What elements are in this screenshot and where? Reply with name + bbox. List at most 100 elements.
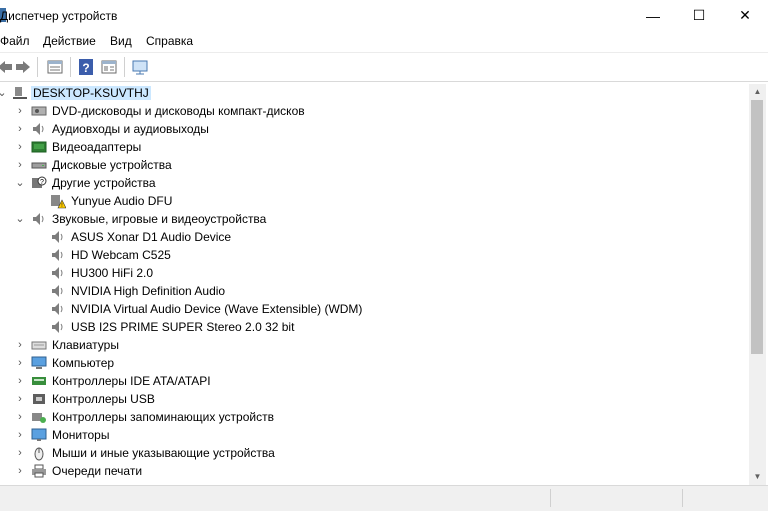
tree-item-label[interactable]: Контроллеры USB <box>52 392 155 406</box>
toolbar-separator <box>37 57 38 77</box>
chevron-right-icon[interactable]: › <box>14 104 26 118</box>
tree-item-label[interactable]: Очереди печати <box>52 464 142 478</box>
view-icon[interactable] <box>100 58 118 76</box>
chevron-right-icon[interactable]: › <box>14 122 26 136</box>
tree-item-label[interactable]: Контроллеры IDE ATA/ATAPI <box>52 374 211 388</box>
chevron-down-icon[interactable]: ⌄ <box>14 176 26 190</box>
status-segment <box>682 489 683 507</box>
chevron-right-icon[interactable]: › <box>14 464 26 478</box>
computer-icon <box>31 356 47 369</box>
tree-category-row[interactable]: ⌄ Звуковые, игровые и видеоустройства <box>0 210 749 228</box>
monitor-icon <box>31 428 47 441</box>
tree-item-label[interactable]: HU300 HiFi 2.0 <box>71 266 153 280</box>
svg-text:?: ? <box>40 179 44 186</box>
toolbar-separator <box>70 57 71 77</box>
printer-icon <box>32 464 46 478</box>
tree-item-label[interactable]: Видеоадаптеры <box>52 140 141 154</box>
tree-category-row[interactable]: › Компьютер <box>0 354 749 372</box>
chevron-right-icon[interactable]: › <box>14 356 26 370</box>
keyboard-icon <box>31 341 47 350</box>
properties-icon[interactable] <box>46 58 64 76</box>
tree-device-row[interactable]: HU300 HiFi 2.0 <box>0 264 749 282</box>
tree-item-label[interactable]: Аудиовходы и аудиовыходы <box>52 122 209 136</box>
computer-root-icon <box>13 87 27 99</box>
speaker-icon <box>52 321 63 333</box>
usb-controller-icon <box>33 394 45 404</box>
tree-category-row[interactable]: › Мыши и иные указывающие устройства <box>0 444 749 462</box>
chevron-down-icon[interactable]: ⌄ <box>14 212 26 226</box>
menu-view[interactable]: Вид <box>110 34 132 48</box>
chevron-right-icon[interactable]: › <box>14 392 26 406</box>
tree-item-label[interactable]: USB I2S PRIME SUPER Stereo 2.0 32 bit <box>71 320 294 334</box>
speaker-icon <box>52 267 63 279</box>
tree-device-row[interactable]: NVIDIA Virtual Audio Device (Wave Extens… <box>0 300 749 318</box>
menu-action[interactable]: Действие <box>43 34 96 48</box>
back-arrow-icon[interactable] <box>0 58 14 76</box>
tree-device-row[interactable]: ! Yunyue Audio DFU <box>0 192 749 210</box>
tree-device-row[interactable]: ASUS Xonar D1 Audio Device <box>0 228 749 246</box>
tree-category-row[interactable]: › Видеоадаптеры <box>0 138 749 156</box>
tree-category-row[interactable]: › Контроллеры запоминающих устройств <box>0 408 749 426</box>
chevron-right-icon[interactable]: › <box>14 158 26 172</box>
forward-arrow-icon[interactable] <box>14 58 32 76</box>
device-tree: ⌄ DESKTOP-KSUVTHJ › DVD-дисководы и диско… <box>0 84 749 485</box>
scrollbar-thumb[interactable] <box>751 100 763 354</box>
ide-controller-icon <box>32 377 46 385</box>
tree-item-label[interactable]: Звуковые, игровые и видеоустройства <box>52 212 266 226</box>
tree-device-row[interactable]: USB I2S PRIME SUPER Stereo 2.0 32 bit <box>0 318 749 336</box>
help-icon[interactable]: ? <box>77 58 95 76</box>
minimize-button[interactable]: — <box>630 0 676 31</box>
tree-item-label[interactable]: HD Webcam C525 <box>71 248 171 262</box>
tree-category-row[interactable]: › Дисковые устройства <box>0 156 749 174</box>
tree-category-row[interactable]: › Контроллеры USB <box>0 390 749 408</box>
speaker-icon <box>52 249 63 261</box>
menu-file[interactable]: Файл <box>0 34 30 48</box>
tree-item-label[interactable]: Контроллеры запоминающих устройств <box>52 410 274 424</box>
vertical-scrollbar[interactable]: ▲ ▼ <box>749 84 766 485</box>
warning-device-icon: ! <box>51 195 66 209</box>
tree-category-row[interactable]: ⌄? Другие устройства <box>0 174 749 192</box>
chevron-right-icon[interactable]: › <box>14 374 26 388</box>
scroll-down-icon[interactable]: ▼ <box>749 469 766 485</box>
tree-item-label[interactable]: NVIDIA High Definition Audio <box>71 284 225 298</box>
speaker-icon <box>33 123 44 135</box>
chevron-right-icon[interactable]: › <box>14 140 26 154</box>
tree-item-label[interactable]: Другие устройства <box>52 176 156 190</box>
tree-category-row[interactable]: › Клавиатуры <box>0 336 749 354</box>
tree-root-row[interactable]: ⌄ DESKTOP-KSUVTHJ <box>0 84 749 102</box>
chevron-down-icon[interactable]: ⌄ <box>0 86 8 100</box>
tree-item-label[interactable]: Мыши и иные указывающие устройства <box>52 446 275 460</box>
tree-device-row[interactable]: HD Webcam C525 <box>0 246 749 264</box>
chevron-right-icon[interactable]: › <box>14 338 26 352</box>
tree-item-label[interactable]: ASUS Xonar D1 Audio Device <box>71 230 231 244</box>
tree-category-row[interactable]: › Очереди печати <box>0 462 749 480</box>
svg-text:?: ? <box>82 61 89 75</box>
tree-item-label[interactable]: DVD-дисководы и дисководы компакт-дисков <box>52 104 305 118</box>
tree-item-label[interactable]: NVIDIA Virtual Audio Device (Wave Extens… <box>71 302 362 316</box>
tree-item-label[interactable]: Компьютер <box>52 356 114 370</box>
menu-help[interactable]: Справка <box>146 34 193 48</box>
monitor-scan-icon[interactable] <box>131 58 149 76</box>
toolbar: ? <box>0 53 768 82</box>
maximize-button[interactable]: ☐ <box>676 0 722 31</box>
scroll-up-icon[interactable]: ▲ <box>749 84 766 100</box>
speaker-icon <box>52 231 63 243</box>
chevron-right-icon[interactable]: › <box>14 446 26 460</box>
tree-item-label[interactable]: Клавиатуры <box>52 338 119 352</box>
tree-device-row[interactable]: NVIDIA High Definition Audio <box>0 282 749 300</box>
tree-item-label[interactable]: Мониторы <box>52 428 109 442</box>
speaker-icon <box>33 213 44 225</box>
toolbar-separator <box>124 57 125 77</box>
unknown-device-icon: ? <box>32 176 47 188</box>
tree-category-row[interactable]: › Контроллеры IDE ATA/ATAPI <box>0 372 749 390</box>
close-button[interactable]: ✕ <box>722 0 768 31</box>
speaker-icon <box>52 285 63 297</box>
tree-category-row[interactable]: › Аудиовходы и аудиовыходы <box>0 120 749 138</box>
chevron-right-icon[interactable]: › <box>14 428 26 442</box>
tree-item-label[interactable]: Yunyue Audio DFU <box>71 194 172 208</box>
tree-root-label[interactable]: DESKTOP-KSUVTHJ <box>31 86 151 100</box>
tree-item-label[interactable]: Дисковые устройства <box>52 158 172 172</box>
tree-category-row[interactable]: › DVD-дисководы и дисководы компакт-диско… <box>0 102 749 120</box>
tree-category-row[interactable]: › Мониторы <box>0 426 749 444</box>
chevron-right-icon[interactable]: › <box>14 410 26 424</box>
